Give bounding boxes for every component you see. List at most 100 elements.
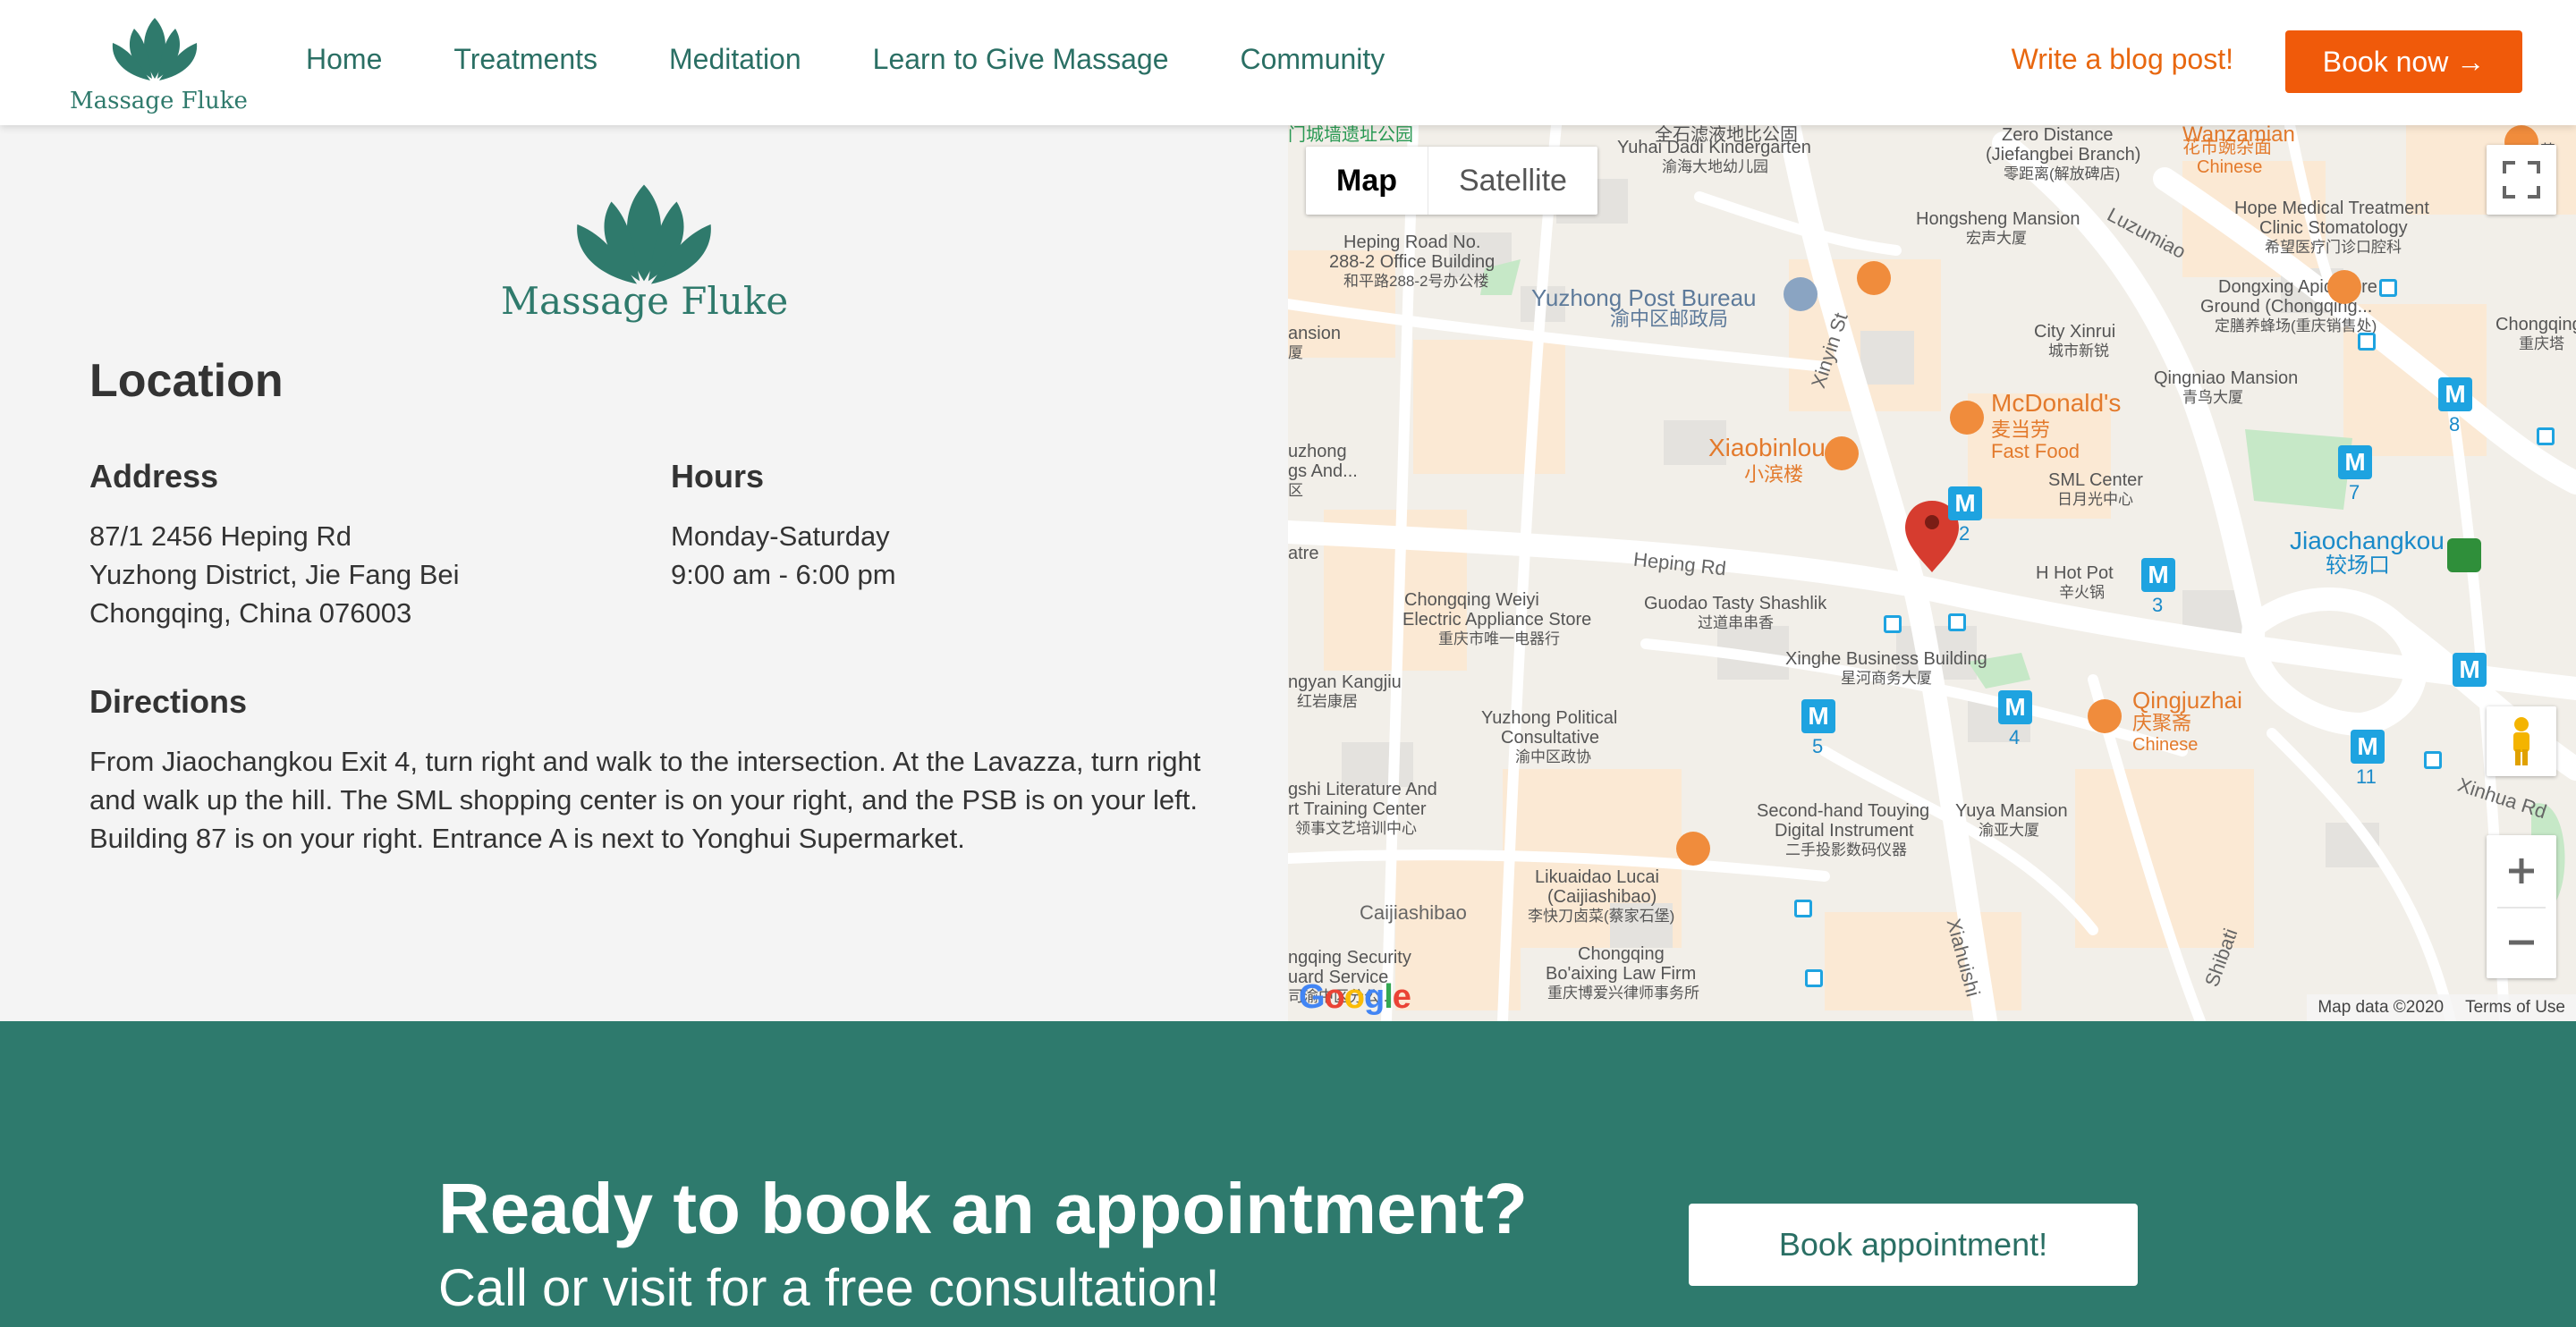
- pegman-icon: [2513, 717, 2529, 765]
- nav-meditation[interactable]: Meditation: [669, 43, 801, 76]
- station-icon[interactable]: [2447, 538, 2481, 572]
- map-label: Hongsheng Mansion: [1916, 209, 2080, 229]
- metro-line-label: 8: [2449, 413, 2461, 435]
- map-label: 星河商务大厦: [1841, 670, 1932, 687]
- restaurant-icon[interactable]: [2088, 699, 2122, 733]
- map-label: 领事文艺培训中心: [1295, 820, 1417, 837]
- write-blog-link[interactable]: Write a blog post!: [2012, 43, 2233, 76]
- map-label: uzhong: [1288, 442, 1347, 461]
- map-label: Chinese: [2197, 157, 2263, 177]
- map-label: Likuaidao Lucai: [1535, 867, 1659, 887]
- plus-icon[interactable]: [2487, 835, 2556, 907]
- map-label: Chongqing: [1578, 944, 1665, 964]
- map-label: gshi Literature And: [1288, 780, 1437, 799]
- map-label: Qingniao Mansion: [2154, 368, 2299, 388]
- location-section: Massage Fluke Location Address Hours 87/…: [0, 125, 1288, 1021]
- restaurant-icon[interactable]: [2327, 270, 2361, 304]
- nav-learn-to-give-massage[interactable]: Learn to Give Massage: [873, 43, 1169, 76]
- bus-stop-icon[interactable]: [2424, 751, 2442, 769]
- map-type-map-button[interactable]: Map: [1306, 147, 1428, 215]
- post-office-icon[interactable]: [1784, 277, 1818, 311]
- map-label: ngqing Security: [1288, 948, 1411, 968]
- bus-stop-icon[interactable]: [1794, 900, 1812, 917]
- map-label: 零距离(解放碑店): [2004, 165, 2121, 182]
- map-label: (Jiefangbei Branch): [1986, 145, 2141, 165]
- restaurant-icon[interactable]: [1825, 436, 1859, 470]
- map-label: Chongqing Pa: [2496, 315, 2576, 334]
- map-label: Xinghe Business Building: [1785, 649, 1987, 669]
- map-label: 定膳养蜂场(重庆销售处): [2215, 317, 2377, 334]
- map-label: 希望医疗门诊口腔科: [2265, 239, 2402, 256]
- restaurant-icon[interactable]: [1676, 832, 1710, 866]
- site-logo[interactable]: Massage Fluke: [70, 16, 248, 114]
- hours-line: 9:00 am - 6:00 pm: [671, 559, 896, 590]
- google-map[interactable]: 门城墙遗址公园 全石滤液地比公固 Yuhai Dadi Kindergarten…: [1288, 125, 2576, 1021]
- metro-line-label: 5: [1812, 735, 1824, 757]
- address-line: Chongqing, China 076003: [89, 597, 412, 629]
- map-label: Yuhai Dadi Kindergarten: [1617, 138, 1811, 157]
- map-label: Heping Road No.: [1343, 232, 1481, 252]
- map-label: Second-hand Touying: [1757, 801, 1930, 821]
- metro-icon[interactable]: M: [2351, 730, 2385, 764]
- map-label: Clinic Stomatology: [2259, 218, 2408, 238]
- map-label: H Hot Pot: [2036, 563, 2114, 583]
- lotus-icon: [112, 18, 198, 80]
- map-label: Xiaobinlou: [1708, 434, 1826, 461]
- metro-line-label: 7: [2349, 481, 2360, 503]
- nav-home[interactable]: Home: [306, 43, 382, 76]
- metro-icon[interactable]: M: [2438, 377, 2472, 411]
- bus-stop-icon[interactable]: [1884, 615, 1902, 633]
- metro-icon[interactable]: M: [2141, 558, 2175, 592]
- hours-text: Monday-Saturday 9:00 am - 6:00 pm: [671, 517, 896, 594]
- metro-icon[interactable]: M: [1801, 699, 1835, 733]
- cta-title: Ready to book an appointment?: [438, 1169, 1528, 1248]
- metro-line-label: 4: [2009, 726, 2021, 748]
- map-type-satellite-button[interactable]: Satellite: [1428, 147, 1597, 215]
- address-heading: Address: [89, 458, 219, 494]
- map-label: 红岩康居: [1297, 693, 1358, 710]
- restaurant-icon[interactable]: [1857, 261, 1891, 295]
- map-label: 渝亚大厦: [1979, 822, 2039, 839]
- google-logo[interactable]: Google: [1299, 978, 1411, 1017]
- fullscreen-icon: [2503, 161, 2540, 199]
- map-label: 重庆博爱兴律师事务所: [1547, 985, 1699, 1002]
- map-label: Zero Distance: [2002, 125, 2114, 145]
- nav-treatments[interactable]: Treatments: [453, 43, 597, 76]
- directions-text: From Jiaochangkou Exit 4, turn right and…: [89, 746, 1201, 854]
- street-view-button[interactable]: [2487, 706, 2556, 776]
- map-label: Jiaochangkou: [2290, 527, 2445, 554]
- bus-stop-icon[interactable]: [2358, 333, 2376, 351]
- map-label: 过道串串香: [1698, 614, 1774, 631]
- hours-line: Monday-Saturday: [671, 520, 890, 552]
- metro-icon[interactable]: M: [1998, 690, 2032, 724]
- bus-stop-icon[interactable]: [1948, 613, 1966, 631]
- bus-stop-icon[interactable]: [2379, 279, 2397, 297]
- metro-line-label: 11: [2356, 765, 2377, 788]
- metro-icon[interactable]: M: [2338, 445, 2372, 479]
- map-label: 区: [1288, 482, 1303, 499]
- metro-icon[interactable]: M: [2453, 653, 2487, 687]
- restaurant-icon[interactable]: [1950, 401, 1984, 435]
- map-label: 重庆塔: [2519, 335, 2564, 352]
- map-label: Chinese: [2132, 735, 2199, 755]
- metro-icon[interactable]: M: [1948, 486, 1982, 520]
- map-label: 厦: [1288, 344, 1303, 361]
- address-line: Yuzhong District, Jie Fang Bei: [89, 559, 460, 590]
- fullscreen-button[interactable]: [2487, 145, 2556, 215]
- minus-icon[interactable]: [2487, 907, 2556, 978]
- map-label: Digital Instrument: [1775, 821, 1914, 841]
- terms-of-use-link[interactable]: Terms of Use: [2465, 994, 2565, 1021]
- map-label: ansion: [1288, 324, 1341, 343]
- map-label: 重庆市唯一电器行: [1438, 630, 1560, 647]
- book-now-button[interactable]: Book now →: [2285, 30, 2522, 93]
- map-label: 288-2 Office Building: [1329, 252, 1496, 272]
- map-label: 麦当劳: [1991, 418, 2051, 441]
- map-label: 小滨楼: [1744, 463, 1804, 486]
- bus-stop-icon[interactable]: [1805, 969, 1823, 987]
- nav-community[interactable]: Community: [1240, 43, 1385, 76]
- address-line: 87/1 2456 Heping Rd: [89, 520, 352, 552]
- bus-stop-icon[interactable]: [2537, 427, 2555, 445]
- map-label: 和平路288-2号办公楼: [1343, 273, 1489, 290]
- map-label: 日月光中心: [2057, 491, 2133, 508]
- book-appointment-button[interactable]: Book appointment!: [1689, 1204, 2138, 1286]
